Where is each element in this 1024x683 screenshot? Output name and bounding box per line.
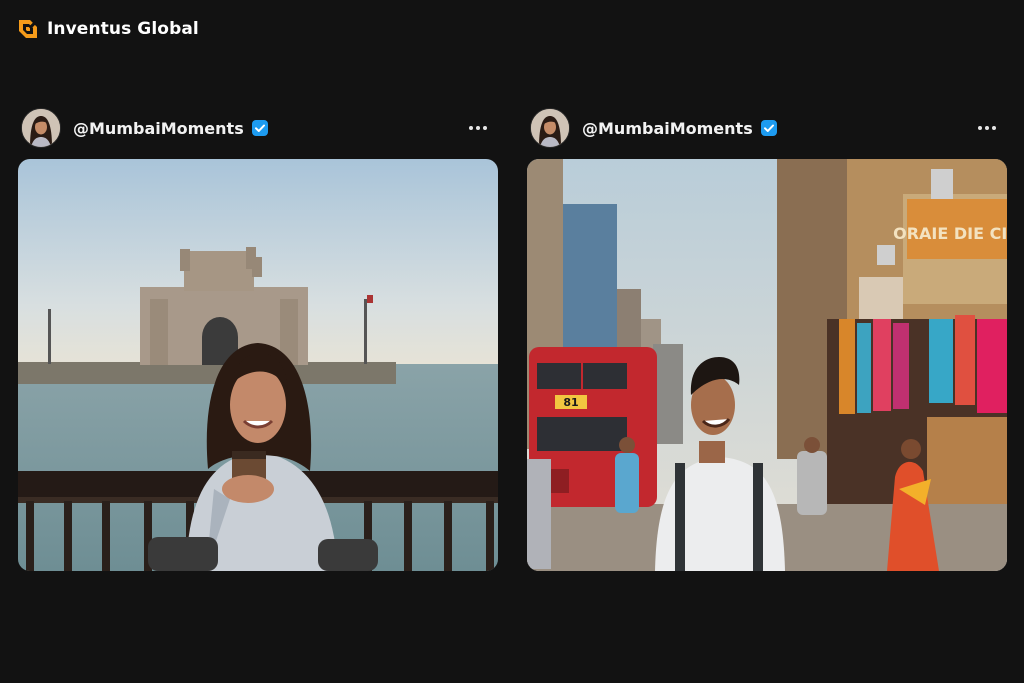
verified-badge-icon <box>760 120 777 136</box>
username[interactable]: @MumbaiMoments <box>73 119 244 138</box>
page: Inventus Global @MumbaiMoments @MumbaiMo… <box>0 0 1024 683</box>
post-header: @MumbaiMoments <box>18 108 498 148</box>
bus-route-sign: 81 <box>563 396 578 409</box>
post-photo[interactable] <box>18 159 498 571</box>
verified-badge-icon <box>251 120 268 136</box>
post-photo[interactable]: ORAIE DIE CIO 81 <box>527 159 1007 571</box>
username[interactable]: @MumbaiMoments <box>582 119 753 138</box>
more-options-icon[interactable] <box>464 118 492 138</box>
more-options-icon[interactable] <box>973 118 1001 138</box>
brand-name: Inventus Global <box>47 19 199 39</box>
inventus-logo-icon <box>19 20 37 38</box>
post-card: @MumbaiMoments <box>18 108 498 571</box>
post-header: @MumbaiMoments <box>527 108 1007 148</box>
avatar[interactable] <box>21 108 61 148</box>
shop-sign-text: ORAIE DIE CIO <box>893 224 1007 243</box>
post-card: @MumbaiMoments <box>527 108 1007 571</box>
brand-header[interactable]: Inventus Global <box>16 17 199 41</box>
avatar[interactable] <box>530 108 570 148</box>
